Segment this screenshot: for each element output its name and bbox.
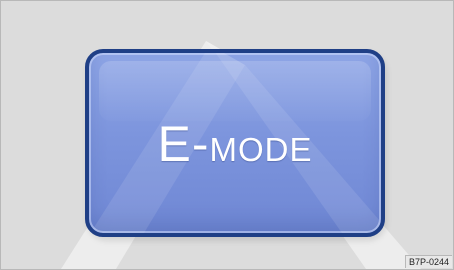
button-label: E-MODE [89,115,381,173]
button-label-mode: MODE [209,131,313,168]
e-mode-button[interactable]: E-MODE [85,49,385,237]
reference-code: B7P-0244 [404,255,452,268]
illustration-frame: E-MODE B7P-0244 [0,0,454,270]
button-label-e: E- [157,116,210,172]
